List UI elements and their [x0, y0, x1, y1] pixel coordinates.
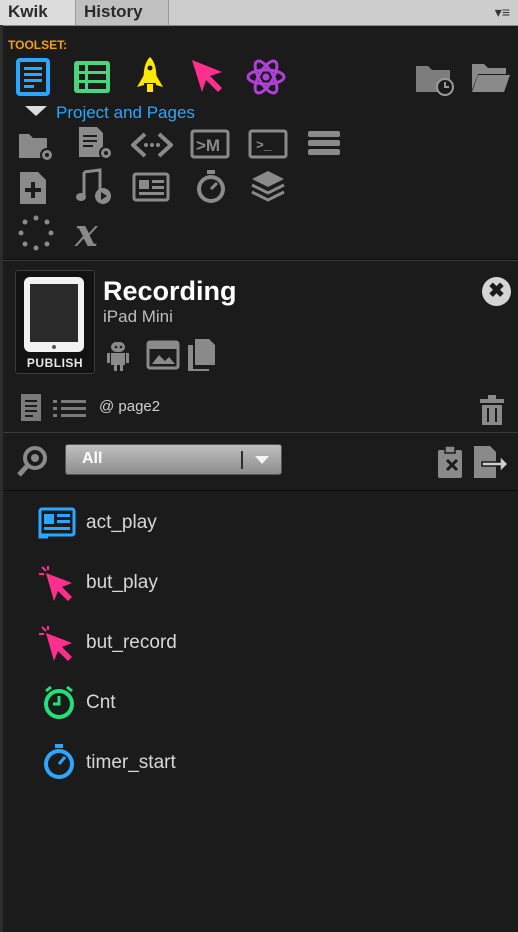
image-gallery-icon[interactable] — [146, 339, 180, 371]
android-icon[interactable] — [106, 339, 136, 373]
layer-item-act-play[interactable]: act_play — [0, 503, 518, 553]
page-icon[interactable] — [17, 393, 45, 423]
svg-text:>_: >_ — [256, 138, 272, 153]
panel-edge — [0, 25, 3, 932]
atom-icon[interactable] — [245, 58, 287, 96]
stopwatch-icon[interactable] — [193, 168, 229, 206]
collapse-triangle-icon[interactable] — [25, 106, 47, 116]
rocket-icon[interactable] — [132, 55, 168, 95]
list-icon[interactable] — [52, 398, 88, 420]
tab-kwik[interactable]: Kwik — [0, 0, 76, 25]
html-icon[interactable]: >M — [190, 129, 230, 159]
section-divider-light — [3, 260, 518, 261]
svg-text:x: x — [74, 213, 99, 253]
button-cursor-icon — [39, 626, 72, 661]
layer-filter-select[interactable]: All — [65, 444, 282, 475]
search-icon[interactable] — [16, 445, 50, 479]
layer-name: timer_start — [86, 752, 176, 773]
add-page-icon[interactable] — [18, 170, 50, 206]
article-icon[interactable] — [132, 172, 172, 204]
page-divider — [3, 432, 518, 433]
layers-icon[interactable] — [250, 169, 286, 205]
project-title: Recording — [103, 276, 237, 306]
action-icon — [38, 507, 76, 539]
close-project-button[interactable]: ✖ — [482, 277, 511, 306]
layer-item-but-record[interactable]: but_record — [0, 623, 518, 673]
current-page-label[interactable]: @ page2 — [99, 398, 160, 415]
button-cursor-icon — [39, 566, 72, 601]
layer-name: Cnt — [86, 692, 116, 713]
filter-selected-value: All — [82, 450, 103, 467]
filter-separator — [241, 451, 243, 469]
layer-item-timer-start[interactable]: timer_start — [0, 743, 518, 793]
ipad-device-icon — [24, 277, 84, 352]
layer-name: but_record — [86, 632, 177, 653]
section-title-project-pages[interactable]: Project and Pages — [56, 103, 195, 123]
tab-history[interactable]: History — [76, 0, 169, 25]
pointer-cursor-icon[interactable] — [188, 56, 228, 96]
clipboard-icon[interactable] — [435, 444, 469, 480]
toolset-label: TOOLSET: — [8, 38, 68, 52]
list-grid-icon[interactable] — [73, 60, 111, 94]
chevron-down-icon — [255, 456, 269, 464]
folder-settings-icon[interactable] — [17, 128, 57, 164]
layer-name: act_play — [86, 512, 157, 533]
svg-text:>M: >M — [196, 136, 220, 155]
folder-clock-icon[interactable] — [414, 60, 456, 96]
counter-clock-icon — [44, 685, 74, 719]
database-icon[interactable] — [306, 129, 342, 159]
variable-x-icon[interactable]: x — [73, 213, 115, 253]
panel-menu-icon[interactable]: ▾≡ — [482, 3, 510, 21]
timer-icon — [44, 744, 74, 779]
page-settings-icon[interactable] — [75, 125, 117, 163]
audio-video-icon[interactable] — [74, 168, 114, 206]
publish-button[interactable]: PUBLISH — [15, 270, 95, 374]
export-icon[interactable] — [472, 444, 510, 480]
trash-icon[interactable] — [478, 393, 506, 427]
copy-pages-icon[interactable] — [185, 337, 219, 373]
project-document-icon[interactable] — [15, 58, 51, 96]
publish-label: PUBLISH — [26, 356, 84, 370]
layer-item-cnt[interactable]: Cnt — [0, 683, 518, 733]
filter-divider — [3, 490, 518, 491]
device-name: iPad Mini — [103, 307, 173, 326]
open-folder-icon[interactable] — [470, 60, 512, 94]
tab-bar: Kwik History ▾≡ — [0, 0, 518, 26]
spinner-icon[interactable] — [17, 214, 55, 252]
terminal-icon[interactable]: >_ — [248, 129, 288, 159]
layer-name: but_play — [86, 572, 158, 593]
code-tags-icon[interactable] — [131, 130, 173, 160]
layer-item-but-play[interactable]: but_play — [0, 563, 518, 613]
